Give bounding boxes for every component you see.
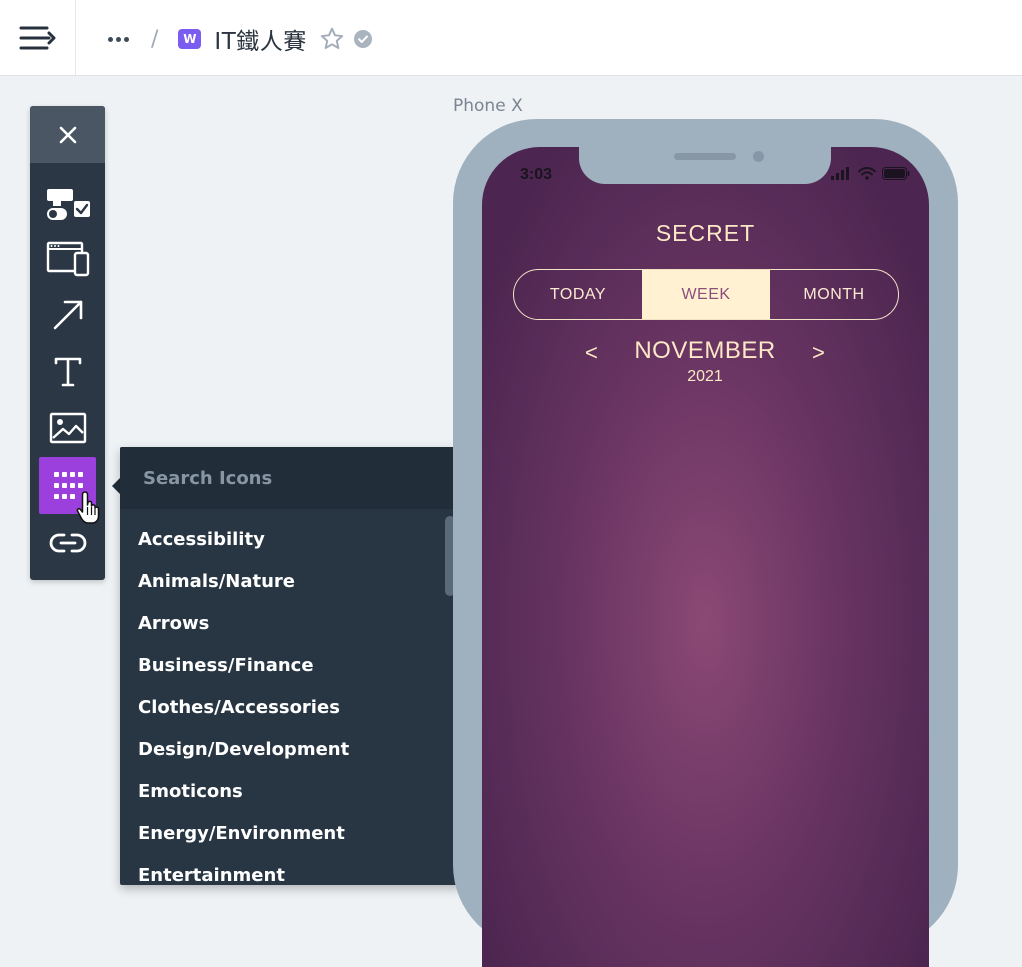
image-tool[interactable] [39, 399, 96, 456]
menu-collapse-icon [19, 26, 55, 50]
image-icon [49, 412, 86, 443]
category-arrows[interactable]: Arrows [120, 603, 462, 645]
star-icon[interactable] [319, 26, 345, 52]
text-icon [54, 357, 81, 386]
year-label: 2021 [687, 368, 723, 385]
ui-controls-tool[interactable] [39, 176, 96, 233]
tab-month[interactable]: MONTH [770, 270, 898, 319]
arrow-icon [53, 300, 82, 329]
project-badge: W [178, 29, 202, 49]
icon-category-list: Accessibility Animals/Nature Arrows Busi… [120, 519, 462, 885]
phone-notch [579, 140, 831, 184]
breadcrumb-separator: / [151, 26, 159, 52]
period-segmented-control: TODAY WEEK MONTH [513, 269, 899, 320]
category-entertainment[interactable]: Entertainment [120, 855, 462, 885]
icon-search-input[interactable] [141, 466, 435, 490]
category-accessibility[interactable]: Accessibility [120, 519, 462, 561]
project-title[interactable]: IT鐵人賽 [214, 22, 306, 56]
app-title: SECRET [655, 220, 756, 246]
top-bar: / W IT鐵人賽 [0, 0, 1022, 76]
category-design-development[interactable]: Design/Development [120, 729, 462, 771]
previous-month-button[interactable]: < [585, 340, 598, 366]
text-tool[interactable] [39, 343, 96, 400]
status-icons [830, 167, 910, 180]
month-label: NOVEMBER [634, 337, 776, 364]
front-camera [753, 151, 764, 162]
icon-search-bar [120, 447, 462, 509]
link-icon [49, 533, 86, 552]
next-month-button[interactable]: > [812, 340, 825, 366]
signal-icon [831, 167, 849, 180]
category-business-finance[interactable]: Business/Finance [120, 645, 462, 687]
menu-toggle-button[interactable] [0, 0, 76, 76]
frame-label[interactable]: Phone X [453, 96, 523, 116]
arrow-tool[interactable] [39, 286, 96, 343]
category-emoticons[interactable]: Emoticons [120, 771, 462, 813]
battery-icon [882, 167, 910, 180]
close-icon [59, 126, 76, 143]
wifi-icon [858, 167, 876, 180]
icon-picker-panel: Accessibility Animals/Nature Arrows Busi… [120, 447, 462, 885]
tab-week[interactable]: WEEK [642, 270, 770, 319]
category-clothes-accessories[interactable]: Clothes/Accessories [120, 687, 462, 729]
category-animals-nature[interactable]: Animals/Nature [120, 561, 462, 603]
verified-icon [353, 29, 373, 49]
responsive-devices-icon [46, 241, 89, 276]
speaker-grille [674, 153, 736, 160]
close-toolbar-button[interactable] [30, 106, 105, 163]
category-energy-environment[interactable]: Energy/Environment [120, 813, 462, 855]
status-time: 3:03 [520, 166, 553, 183]
more-options-icon[interactable] [108, 36, 129, 42]
ui-controls-icon [46, 188, 90, 220]
breadcrumb: / W IT鐵人賽 [108, 22, 373, 56]
hand-cursor-icon [76, 491, 100, 524]
devices-tool[interactable] [39, 230, 96, 287]
tab-today[interactable]: TODAY [514, 270, 642, 319]
